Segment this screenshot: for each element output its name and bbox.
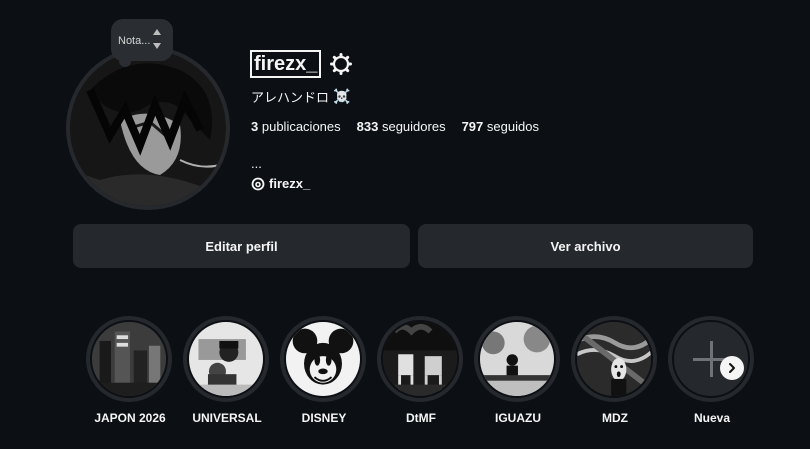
highlight-cover bbox=[381, 320, 459, 398]
threads-handle: firezx_ bbox=[269, 176, 311, 191]
followers-count: 833 bbox=[356, 119, 379, 134]
full-name-text: アレハンドロ bbox=[251, 90, 330, 105]
highlight-cover bbox=[575, 320, 653, 398]
profile-page: Nota... firezx_ アレハンドロ ☠️ 3 publicacione… bbox=[0, 0, 810, 449]
edit-profile-button[interactable]: Editar perfil bbox=[73, 224, 410, 268]
avatar-ring[interactable] bbox=[66, 46, 230, 210]
avatar-image bbox=[70, 50, 226, 206]
avatar[interactable] bbox=[70, 50, 226, 206]
username-row: firezx_ bbox=[250, 48, 353, 80]
skull-emoji: ☠️ bbox=[333, 88, 351, 104]
highlight-cover bbox=[187, 320, 265, 398]
highlight-cover bbox=[284, 320, 362, 398]
full-name: アレハンドロ ☠️ bbox=[251, 87, 350, 106]
posts-label: publicaciones bbox=[261, 119, 341, 134]
followers-stat[interactable]: 833 seguidores bbox=[357, 119, 446, 134]
note-label: Nota... bbox=[118, 35, 151, 47]
note-bubble[interactable]: Nota... bbox=[111, 19, 173, 67]
highlight-cover bbox=[478, 320, 556, 398]
bio: ... bbox=[251, 156, 262, 171]
highlight-label: Nueva bbox=[693, 411, 731, 425]
gear-icon[interactable] bbox=[329, 52, 353, 76]
posts-count: 3 bbox=[251, 119, 259, 134]
chevron-right-icon[interactable] bbox=[720, 356, 744, 380]
threads-link[interactable]: firezx_ bbox=[251, 176, 310, 191]
followers-label: seguidores bbox=[381, 119, 446, 134]
following-count: 797 bbox=[461, 119, 484, 134]
note-arrows-icon bbox=[153, 27, 163, 53]
threads-icon bbox=[251, 177, 265, 191]
following-stat[interactable]: 797 seguidos bbox=[462, 119, 539, 134]
username[interactable]: firezx_ bbox=[250, 50, 322, 78]
view-archive-button[interactable]: Ver archivo bbox=[418, 224, 753, 268]
posts-stat: 3 publicaciones bbox=[251, 119, 341, 134]
story-highlights: JAPON 2026 UNIVERSAL DISNEY DtMF IGUAZU … bbox=[86, 316, 766, 436]
profile-stats: 3 publicaciones 833 seguidores 797 segui… bbox=[251, 119, 539, 134]
highlight-cover bbox=[90, 320, 168, 398]
following-label: seguidos bbox=[486, 119, 539, 134]
